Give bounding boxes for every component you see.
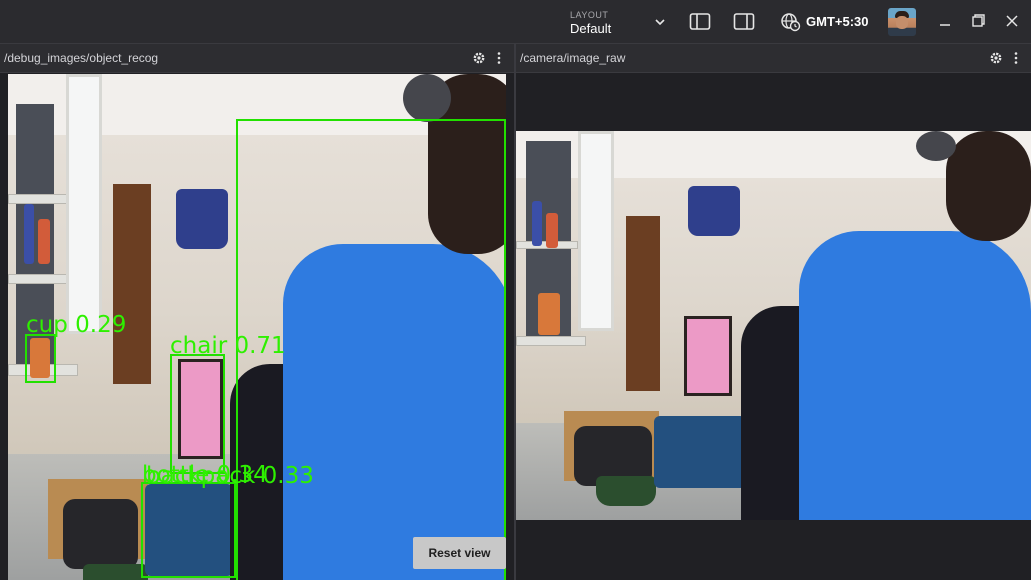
panel-image-raw: /camera/image_raw bbox=[516, 44, 1031, 580]
scene-headset bbox=[916, 131, 956, 161]
scene-bottle bbox=[38, 219, 50, 264]
layout-caption: LAYOUT bbox=[570, 10, 609, 20]
detection-label-cup: cup 0.29 bbox=[26, 312, 127, 338]
scene-cup bbox=[538, 293, 560, 335]
layout-selector[interactable]: LAYOUT Default bbox=[570, 8, 670, 38]
scene-door bbox=[113, 184, 151, 384]
panel-header: /camera/image_raw bbox=[516, 44, 1031, 73]
top-toolbar: LAYOUT Default GMT+5:30 bbox=[0, 0, 1031, 44]
scene-chair bbox=[684, 316, 732, 396]
gear-icon[interactable] bbox=[989, 51, 1003, 65]
scene-window bbox=[66, 74, 102, 334]
timezone-label[interactable]: GMT+5:30 bbox=[806, 14, 869, 29]
more-options-icon[interactable] bbox=[496, 51, 502, 65]
detection-label-chair: chair 0.71 bbox=[170, 333, 286, 359]
gear-icon[interactable] bbox=[472, 51, 486, 65]
scene-headset bbox=[403, 74, 451, 122]
scene-bottle bbox=[532, 201, 542, 246]
avatar-face bbox=[896, 16, 908, 29]
right-sidebar-toggle-icon[interactable] bbox=[733, 12, 755, 32]
scene-bottle bbox=[546, 213, 558, 248]
detection-box-cup bbox=[25, 334, 56, 383]
scene-hanging-shirt bbox=[176, 189, 228, 249]
scene-shelf bbox=[516, 336, 586, 346]
scene-shelf bbox=[8, 194, 68, 204]
scene-bucket bbox=[596, 476, 656, 506]
panel-title: /camera/image_raw bbox=[520, 51, 626, 65]
camera-image[interactable]: cup 0.29 chair 0.71 bottle 0.34 backpack… bbox=[8, 74, 506, 580]
close-icon[interactable] bbox=[1004, 13, 1020, 29]
scene-blue-bag bbox=[654, 416, 746, 488]
scene-bottle bbox=[24, 204, 34, 264]
detection-box-backpack bbox=[141, 482, 236, 578]
scene-person-shirt bbox=[799, 231, 1031, 520]
avatar[interactable] bbox=[888, 8, 916, 36]
scene-clothes bbox=[63, 499, 138, 569]
camera-image[interactable] bbox=[516, 131, 1031, 520]
scene-shelf bbox=[8, 274, 68, 284]
scene-window bbox=[578, 131, 614, 331]
chevron-down-icon bbox=[655, 19, 665, 26]
detection-box-chair bbox=[170, 354, 225, 474]
scene-person-head bbox=[946, 131, 1031, 241]
left-sidebar-toggle-icon[interactable] bbox=[689, 12, 711, 32]
panel-header: /debug_images/object_recog bbox=[0, 44, 514, 73]
maximize-icon[interactable] bbox=[970, 13, 986, 29]
more-options-icon[interactable] bbox=[1013, 51, 1019, 65]
minimize-icon[interactable] bbox=[937, 13, 953, 29]
panel-object-recog: /debug_images/object_recog cup 0.29 chai… bbox=[0, 44, 514, 580]
reset-view-button[interactable]: Reset view bbox=[413, 537, 506, 569]
layout-value: Default bbox=[570, 21, 612, 36]
detection-label-backpack: backpack 0.33 bbox=[146, 463, 314, 489]
scene-hanging-shirt bbox=[688, 186, 740, 236]
globe-clock-icon[interactable] bbox=[780, 12, 802, 32]
panel-title: /debug_images/object_recog bbox=[4, 51, 159, 65]
scene-door bbox=[626, 216, 660, 391]
scene-bucket bbox=[83, 564, 148, 580]
